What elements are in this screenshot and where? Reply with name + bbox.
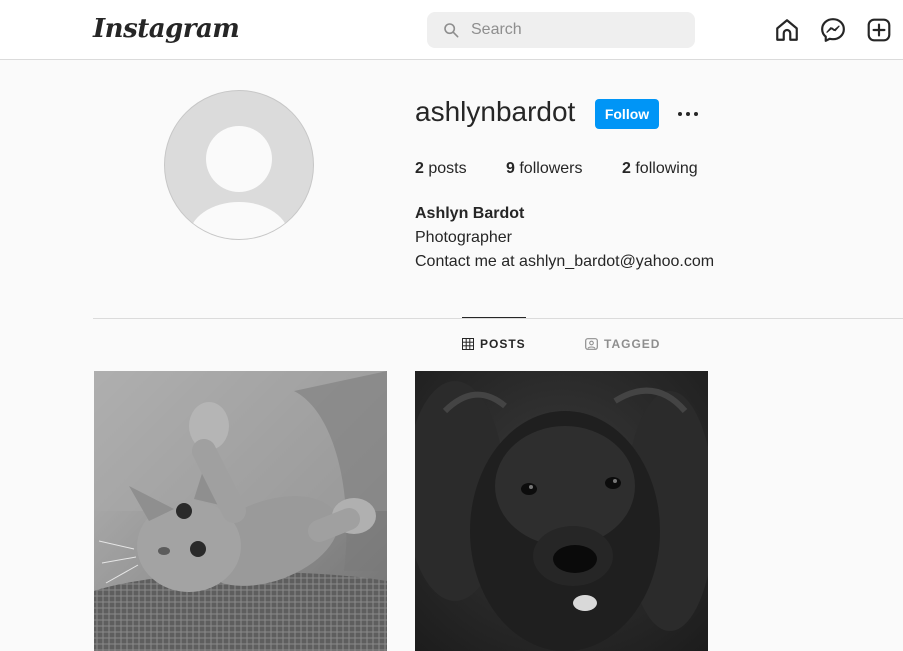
followers-stat[interactable]: 9 followers <box>506 160 583 178</box>
messenger-icon[interactable] <box>820 17 846 43</box>
followers-count: 9 <box>506 160 515 177</box>
follow-button[interactable]: Follow <box>595 99 659 129</box>
tab-tagged-label: TAGGED <box>604 337 661 351</box>
following-count: 2 <box>622 160 631 177</box>
new-post-icon[interactable] <box>866 17 892 43</box>
profile-avatar[interactable] <box>164 90 314 240</box>
avatar-body-shape <box>189 202 289 239</box>
top-navigation-bar: Instagram <box>0 0 903 60</box>
following-label: following <box>635 160 698 177</box>
tabs-divider <box>93 318 903 319</box>
avatar-head-shape <box>206 126 272 192</box>
search-icon <box>444 23 459 38</box>
profile-full-name: Ashlyn Bardot <box>415 205 525 222</box>
tab-posts[interactable]: POSTS <box>462 337 526 351</box>
home-icon[interactable] <box>774 17 800 43</box>
tab-tagged[interactable]: TAGGED <box>585 337 660 351</box>
posts-count: 2 <box>415 160 424 177</box>
followers-label: followers <box>519 160 583 177</box>
instagram-logo[interactable]: Instagram <box>93 14 240 44</box>
more-options-icon[interactable] <box>676 104 700 124</box>
dog-photo <box>415 371 708 651</box>
post-thumbnail-dog[interactable] <box>415 371 708 651</box>
tab-posts-label: POSTS <box>480 337 526 351</box>
profile-username: ashlynbardot <box>415 96 576 127</box>
bio-line: Contact me at ashlyn_bardot@yahoo.com <box>415 253 715 270</box>
kitten-photo <box>94 371 387 651</box>
posts-label: posts <box>428 160 467 177</box>
post-thumbnail-kitten[interactable] <box>94 371 387 651</box>
grid-icon <box>462 338 474 350</box>
tagged-icon <box>585 338 598 350</box>
bio-line: Photographer <box>415 229 512 246</box>
search-input[interactable] <box>471 12 681 48</box>
posts-count-stat: 2 posts <box>415 160 467 178</box>
search-box[interactable] <box>427 12 695 48</box>
following-stat[interactable]: 2 following <box>622 160 698 178</box>
active-tab-indicator <box>462 317 526 318</box>
